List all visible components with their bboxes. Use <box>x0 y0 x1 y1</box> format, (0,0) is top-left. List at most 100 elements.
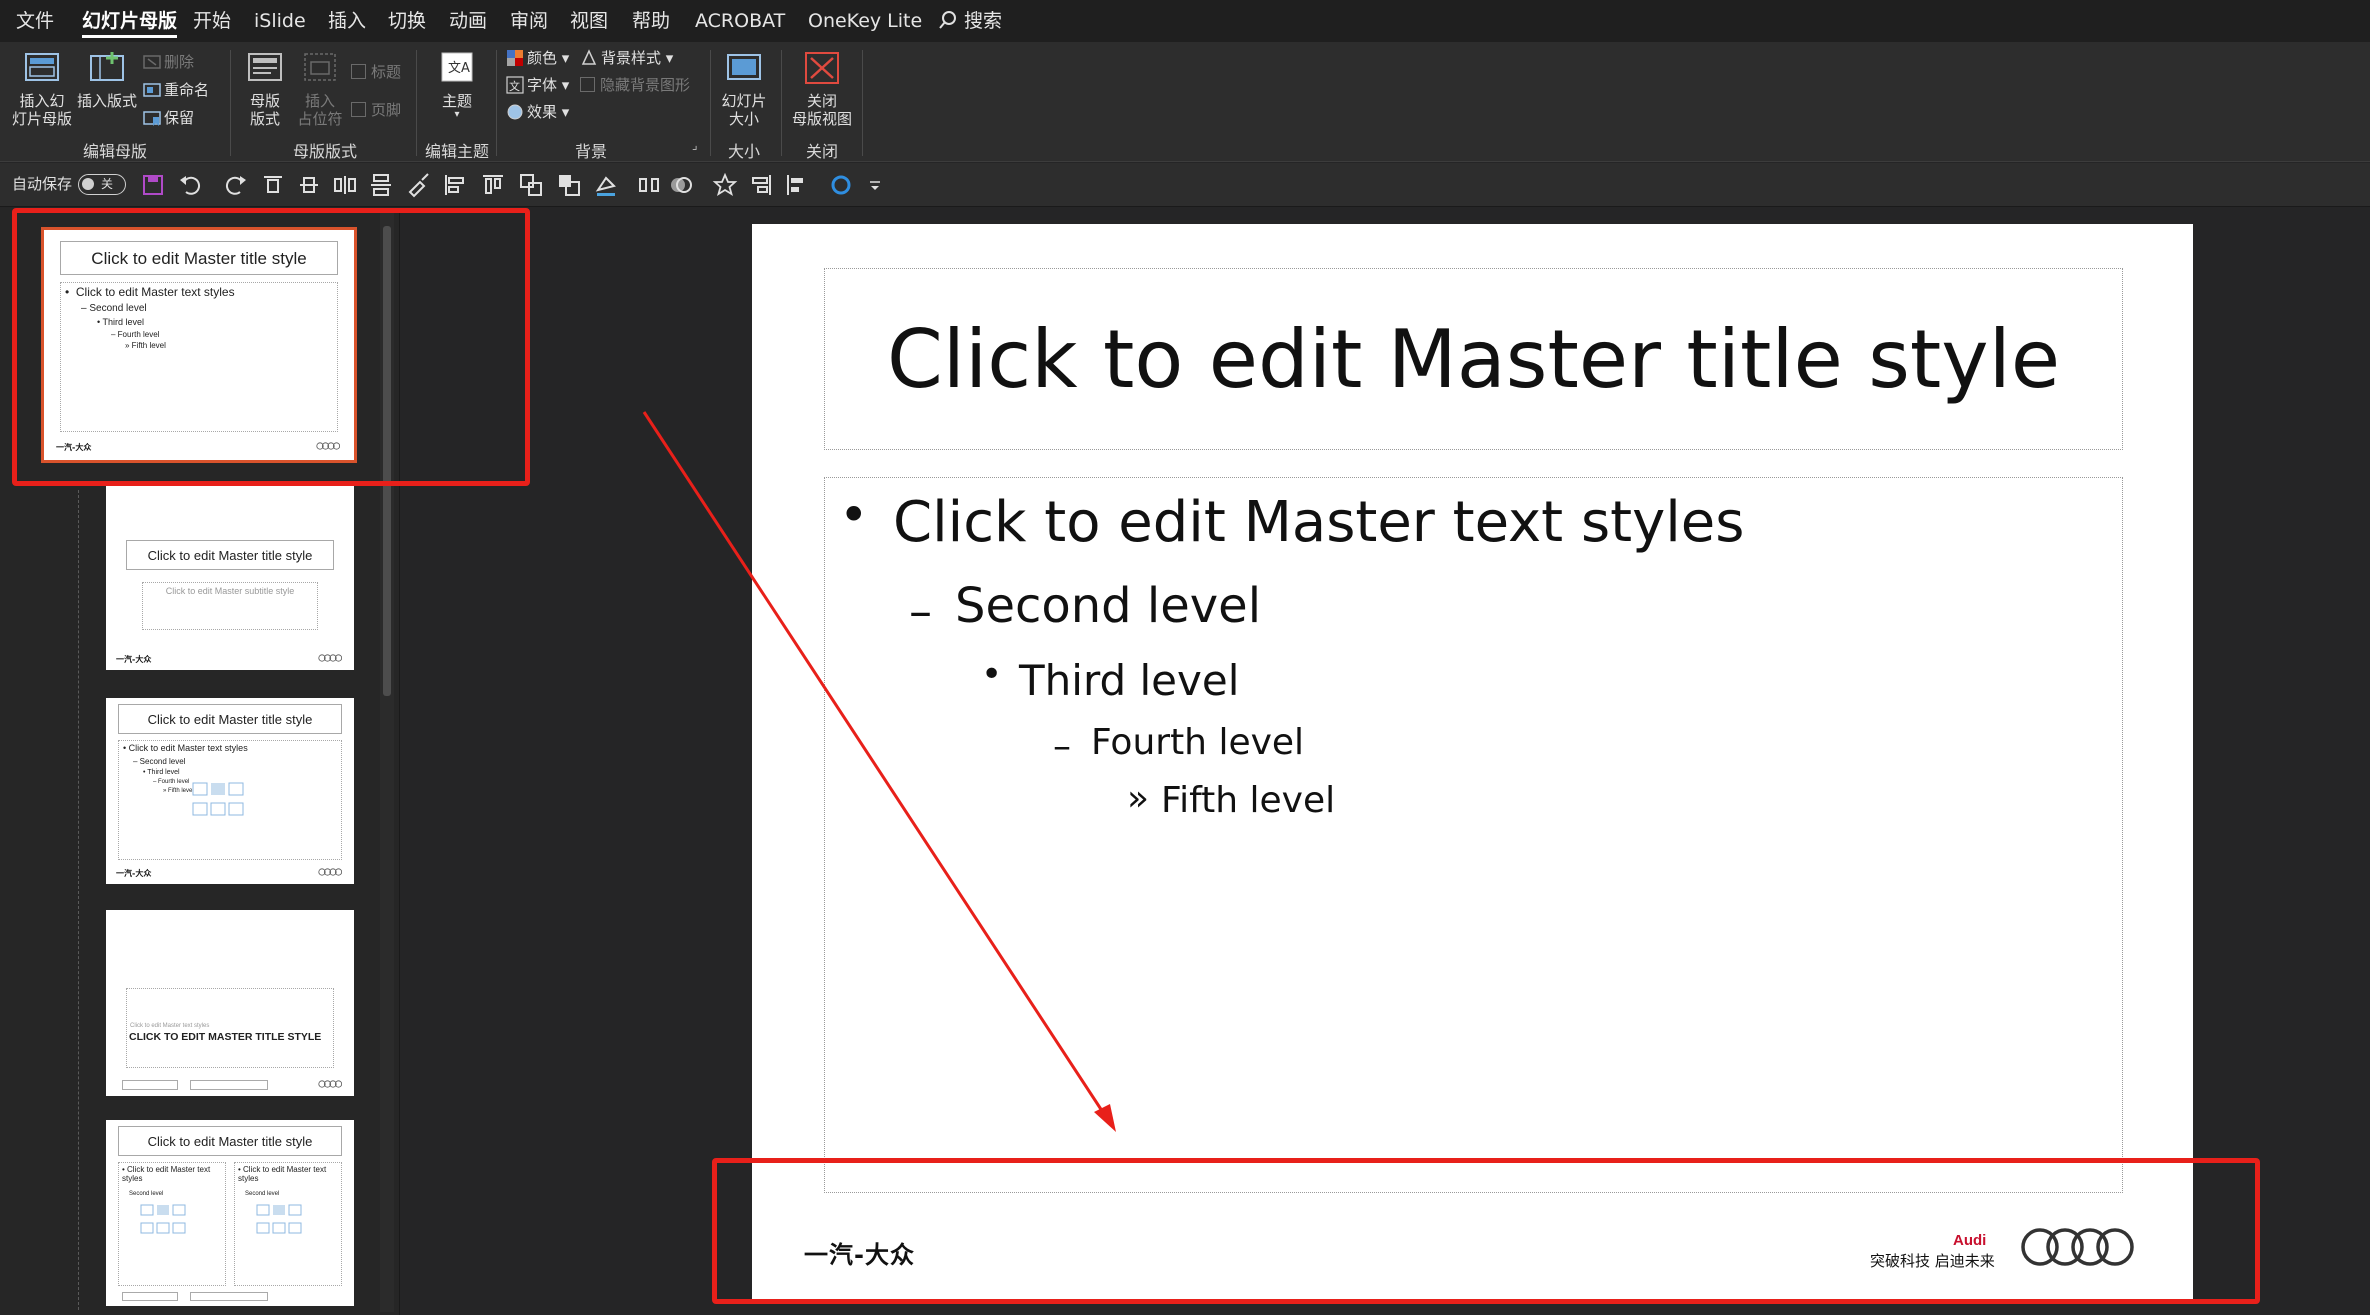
menu-home[interactable]: 开始 <box>193 0 231 42</box>
footer-checkbox[interactable]: 页脚 <box>351 98 401 122</box>
themes-icon: 文A <box>438 50 476 86</box>
customize-toolbar-icon[interactable] <box>866 172 884 198</box>
align-dropdown-icon[interactable] <box>784 172 810 198</box>
distribute-columns-icon[interactable] <box>636 172 662 198</box>
master-layout-button[interactable]: 母版 版式 <box>238 50 292 128</box>
menu-insert[interactable]: 插入 <box>328 0 366 42</box>
group-separator <box>496 50 497 156</box>
menu-onekey-lite[interactable]: OneKey Lite <box>808 0 922 42</box>
delete-button[interactable]: 删除 <box>143 50 194 74</box>
slide-size-button[interactable]: 幻灯片 大小 <box>716 50 772 128</box>
preserve-icon <box>143 109 161 127</box>
audi-rings-icon <box>318 654 342 662</box>
redo-icon[interactable] <box>222 172 248 198</box>
slide-size-icon <box>725 50 763 86</box>
save-icon[interactable] <box>140 172 166 198</box>
background-styles-dropdown[interactable]: 背景样式 ▾ <box>580 46 673 70</box>
autosave-state: 关 <box>101 177 114 191</box>
insert-placeholder-button[interactable]: 插入 占位符 <box>294 50 346 128</box>
thumbnail-left-sub: Second level <box>129 1191 164 1197</box>
thumbnail-footer-box <box>190 1292 268 1301</box>
preserve-button[interactable]: 保留 <box>143 106 194 130</box>
thumbnail-title: Click to edit Master title style <box>126 540 334 570</box>
thumbnail-level-4: – Fourth level <box>153 779 190 785</box>
shape-fill-icon[interactable] <box>594 172 620 198</box>
autosave-label: 自动保存 <box>12 175 73 193</box>
text-level-3: Third level <box>1019 656 1240 705</box>
thumbnail-right-sub: Second level <box>245 1191 280 1197</box>
ribbon: 插入幻 灯片母版 插入版式 删除 重命名 保留 编辑母版 母版 版式 插入 占位… <box>0 42 2370 162</box>
colors-icon <box>506 49 524 67</box>
text-level-4: Fourth level <box>1091 722 1305 763</box>
thumbnail-two-content-layout[interactable]: Click to edit Master title style • Click… <box>106 1120 354 1306</box>
footer-checkbox-label: 页脚 <box>371 101 402 119</box>
thumbnail-footer-box <box>190 1080 268 1090</box>
svg-text:文: 文 <box>509 79 520 93</box>
group-separator <box>230 50 231 156</box>
thumbnail-title: Click to edit Master title style <box>118 1126 342 1156</box>
menu-animations[interactable]: 动画 <box>449 0 487 42</box>
insert-layout-button[interactable]: 插入版式 <box>74 50 140 110</box>
undo-icon[interactable] <box>178 172 204 198</box>
distribute-vertical-icon[interactable] <box>368 172 394 198</box>
themes-button[interactable]: 文A 主题 ▾ <box>426 50 488 120</box>
hide-background-graphics-label: 隐藏背景图形 <box>600 76 691 94</box>
menu-slide-master[interactable]: 幻灯片母版 <box>82 0 178 42</box>
body-placeholder[interactable]: • Click to edit Master text styles – Sec… <box>824 477 2123 1193</box>
align-middle-icon[interactable] <box>296 172 322 198</box>
thumbnail-section-header-layout[interactable]: Click to edit Master text styles CLICK T… <box>106 910 354 1096</box>
hide-background-graphics-box <box>580 77 595 92</box>
fonts-icon: 文 <box>506 75 524 94</box>
close-master-view-button[interactable]: 关闭 母版视图 <box>786 50 858 128</box>
group-label-edit-theme: 编辑主题 <box>424 142 489 161</box>
group-label-background: 背景 <box>574 142 607 161</box>
annotation-box-master-thumbnail <box>12 208 530 486</box>
insert-slide-master-button[interactable]: 插入幻 灯片母版 <box>12 50 72 128</box>
align-left-icon[interactable] <box>442 172 468 198</box>
color-circle-icon[interactable] <box>828 172 854 198</box>
layout-connector-line <box>78 490 79 1310</box>
annotation-box-footer <box>712 1158 2260 1304</box>
menu-transitions[interactable]: 切换 <box>388 0 426 42</box>
fonts-dropdown[interactable]: 文字体 ▾ <box>506 73 569 97</box>
align-top-objects-icon[interactable] <box>480 172 506 198</box>
thumbnail-footer-box <box>122 1080 178 1090</box>
title-checkbox[interactable]: 标题 <box>351 60 401 84</box>
close-master-view-label: 关闭 母版视图 <box>791 92 852 128</box>
master-layout-label: 母版 版式 <box>249 92 280 128</box>
merge-shapes-icon[interactable] <box>668 172 694 198</box>
effects-icon <box>506 103 524 121</box>
themes-label: 主题 <box>441 92 472 110</box>
preserve-label: 保留 <box>164 109 195 127</box>
rename-button[interactable]: 重命名 <box>143 78 209 102</box>
menu-acrobat[interactable]: ACROBAT <box>695 0 785 42</box>
distribute-horizontal-icon[interactable] <box>332 172 358 198</box>
autosave-toggle[interactable]: 关 <box>78 174 126 195</box>
align-right-icon[interactable] <box>748 172 774 198</box>
bring-forward-icon[interactable] <box>556 172 582 198</box>
menu-view[interactable]: 视图 <box>570 0 608 42</box>
effects-dropdown[interactable]: 效果 ▾ <box>506 100 569 124</box>
align-top-icon[interactable] <box>260 172 286 198</box>
background-dialog-launcher-icon[interactable]: ⌟ <box>692 138 698 152</box>
menu-review[interactable]: 审阅 <box>510 0 548 42</box>
themes-dropdown-icon: ▾ <box>454 109 460 120</box>
hide-background-graphics-checkbox[interactable]: 隐藏背景图形 <box>580 73 690 97</box>
menu-islide[interactable]: iSlide <box>254 0 306 42</box>
group-objects-icon[interactable] <box>518 172 544 198</box>
group-separator <box>862 50 863 156</box>
colors-dropdown[interactable]: 颜色 ▾ <box>506 46 569 70</box>
master-slide[interactable]: Click to edit Master title style • Click… <box>752 224 2193 1301</box>
menu-help[interactable]: 帮助 <box>632 0 670 42</box>
search-box[interactable]: 搜索 <box>938 0 1002 42</box>
content-placeholder-icons <box>192 782 244 816</box>
format-painter-icon[interactable] <box>406 172 432 198</box>
thumbnail-title-layout[interactable]: Click to edit Master title style Click t… <box>106 484 354 670</box>
insert-layout-label: 插入版式 <box>76 92 137 110</box>
thumbnail-title-content-layout[interactable]: Click to edit Master title style • Click… <box>106 698 354 884</box>
title-placeholder[interactable]: Click to edit Master title style <box>824 268 2123 450</box>
menu-file[interactable]: 文件 <box>16 0 54 42</box>
favorite-icon[interactable] <box>712 172 738 198</box>
colors-label: 颜色 <box>527 49 558 67</box>
thumbnail-level-3: • Third level <box>143 769 180 776</box>
